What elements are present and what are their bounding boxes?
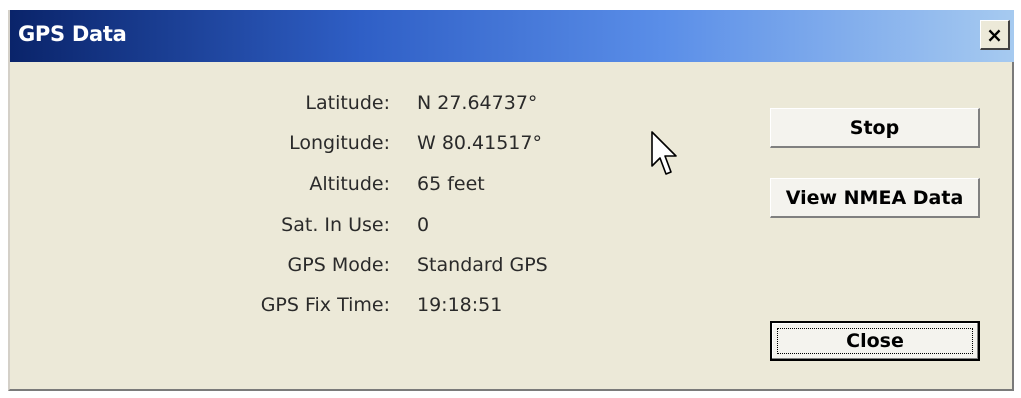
latitude-label: Latitude: (305, 92, 390, 114)
gps-fix-time-label: GPS Fix Time: (260, 294, 390, 316)
longitude-label: Longitude: (289, 132, 390, 154)
close-window-button[interactable]: × (980, 20, 1010, 50)
altitude-label: Altitude: (309, 173, 390, 195)
sat-in-use-value: 0 (417, 214, 430, 236)
close-button-label: Close (846, 330, 904, 352)
gps-fix-time-value: 19:18:51 (417, 294, 503, 316)
stop-button[interactable]: Stop (770, 108, 980, 148)
gps-mode-label: GPS Mode: (287, 254, 390, 276)
altitude-value: 65 feet (417, 173, 485, 195)
close-button[interactable]: Close (770, 321, 980, 361)
latitude-value: N 27.64737° (417, 92, 538, 114)
view-nmea-data-button[interactable]: View NMEA Data (770, 178, 980, 218)
window-title: GPS Data (18, 22, 127, 46)
gps-mode-value: Standard GPS (417, 254, 548, 276)
sat-in-use-label: Sat. In Use: (281, 214, 390, 236)
close-icon: × (986, 22, 1003, 47)
title-bar[interactable]: GPS Data × (10, 10, 1014, 62)
longitude-value: W 80.41517° (417, 132, 542, 154)
gps-data-dialog: GPS Data × Latitude: N 27.64737° Longitu… (8, 10, 1014, 391)
mouse-pointer-icon (651, 131, 677, 175)
